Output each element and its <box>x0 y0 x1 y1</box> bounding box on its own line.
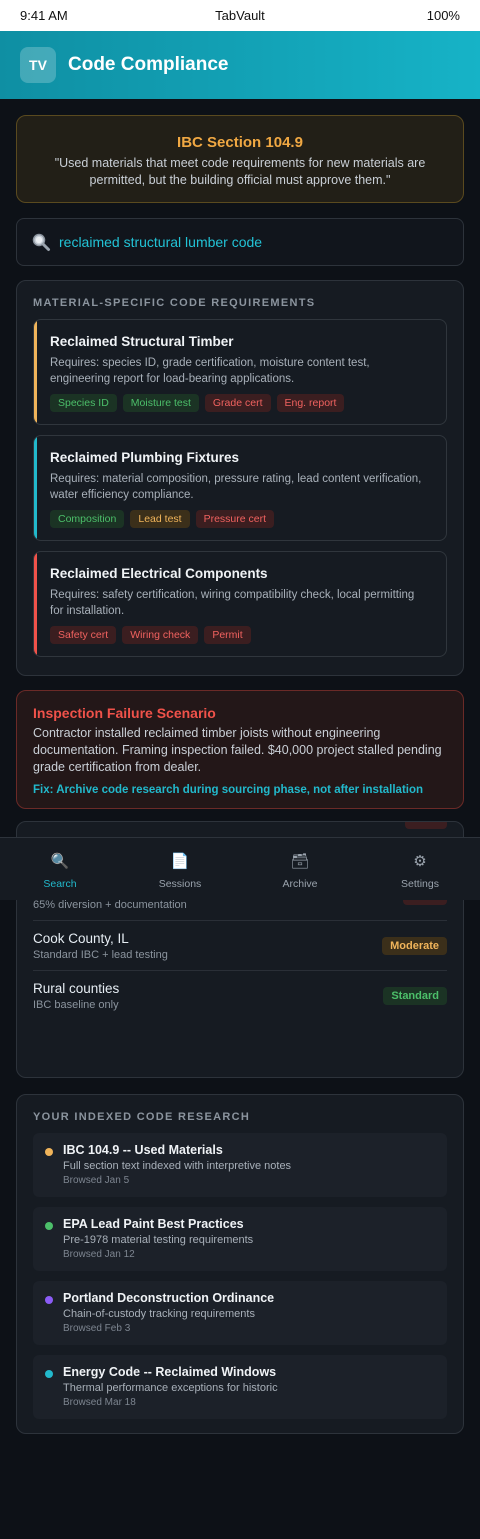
research-date: Browsed Mar 18 <box>63 1397 136 1408</box>
requirement-title: Reclaimed Structural Timber <box>50 334 234 349</box>
requirements-panel: MATERIAL-SPECIFIC CODE REQUIREMENTS Recl… <box>16 280 464 676</box>
failure-text: Contractor installed reclaimed timber jo… <box>33 726 442 774</box>
status-bar: 9:41 AM TabVault 100% <box>0 0 480 31</box>
failure-title: Inspection Failure Scenario <box>33 705 216 721</box>
status-battery: 100% <box>426 8 460 23</box>
code-quote-card: IBC Section 104.9 "Used materials that m… <box>16 115 464 203</box>
tab-label: Sessions <box>158 878 202 890</box>
app-header: TV Code Compliance <box>0 31 480 99</box>
status-dot <box>45 1148 53 1156</box>
tab-search[interactable]: 🔍 Search <box>0 838 120 900</box>
research-item-body: EPA Lead Paint Best Practices Pre-1978 ma… <box>63 1217 253 1263</box>
jurisdiction-name: Rural counties <box>33 981 120 996</box>
archive-icon: 🗃 <box>290 853 310 870</box>
research-date: Browsed Jan 5 <box>63 1175 130 1186</box>
requirement-accent-bar <box>34 436 37 540</box>
research-heading: YOUR INDEXED CODE RESEARCH <box>33 1111 251 1123</box>
app-logo: TV <box>20 47 56 83</box>
research-description: Full section text indexed with interpret… <box>63 1160 292 1172</box>
jurisdiction-detail: IBC baseline only <box>33 999 119 1011</box>
jurisdiction-row[interactable]: Cook County, IL Standard IBC + lead testi… <box>33 921 447 971</box>
status-dot <box>45 1370 53 1378</box>
indexed-research-panel: YOUR INDEXED CODE RESEARCH IBC 104.9 -- … <box>16 1094 464 1434</box>
research-description: Pre-1978 material testing requirements <box>63 1234 254 1246</box>
search-icon <box>31 232 51 252</box>
status-tag: Eng. report <box>276 394 345 412</box>
status-dot <box>45 1296 53 1304</box>
search-bar[interactable] <box>16 218 464 266</box>
requirement-description: Requires: safety certification, wiring c… <box>50 589 415 617</box>
quote-title: IBC Section 104.9 <box>177 134 303 151</box>
tab-archive[interactable]: 🗃 Archive <box>240 838 360 900</box>
research-list: IBC 104.9 -- Used Materials Full section … <box>33 1133 447 1419</box>
status-tag: Composition <box>50 510 125 528</box>
requirement-card[interactable]: Reclaimed Structural Timber Requires: spe… <box>33 319 447 425</box>
strictness-badge: Standard <box>383 987 447 1005</box>
jurisdiction-info: Cook County, IL Standard IBC + lead testi… <box>33 931 168 961</box>
status-tag: Wiring check <box>122 626 199 644</box>
research-title: IBC 104.9 -- Used Materials <box>63 1143 223 1157</box>
research-title: Energy Code -- Reclaimed Windows <box>63 1365 277 1379</box>
strictness-badge <box>405 822 447 829</box>
status-tag: Grade cert <box>204 394 271 412</box>
failure-scenario-card: Inspection Failure Scenario Contractor i… <box>16 690 464 809</box>
research-description: Chain-of-custody tracking requirements <box>63 1308 255 1320</box>
jurisdiction-row[interactable]: Rural counties IBC baseline only Standard <box>33 971 447 1021</box>
requirement-card[interactable]: Reclaimed Plumbing Fixtures Requires: mat… <box>33 435 447 541</box>
tab-label: Search <box>43 878 77 890</box>
failure-fix: Fix: Archive code research during sourci… <box>33 784 424 796</box>
requirement-tags: Species ID Moisture test Grade cert Eng. re… <box>50 394 430 412</box>
requirement-description: Requires: material composition, pressure… <box>50 473 422 501</box>
search-icon: 🔍 <box>50 853 70 870</box>
requirement-tags: Composition Lead test Pressure cert <box>50 510 430 528</box>
jurisdiction-name: Cook County, IL <box>33 930 129 946</box>
status-tag: Safety cert <box>50 626 117 644</box>
research-item-body: Portland Deconstruction Ordinance Chain-o… <box>63 1291 274 1337</box>
research-item[interactable]: Portland Deconstruction Ordinance Chain-o… <box>33 1281 447 1345</box>
tab-list: 🔍 Search 📄 Sessions 🗃 Archive ⚙ Settings <box>0 838 480 900</box>
research-item[interactable]: EPA Lead Paint Best Practices Pre-1978 ma… <box>33 1207 447 1271</box>
page-title: Code Compliance <box>68 54 229 75</box>
requirement-card[interactable]: Reclaimed Electrical Components Requires:… <box>33 551 447 657</box>
quote-text: "Used materials that meet code requireme… <box>54 156 426 187</box>
research-description: Thermal performance exceptions for histo… <box>63 1382 278 1394</box>
status-tag: Species ID <box>50 394 117 412</box>
jurisdiction-detail: 65% diversion + documentation <box>33 898 187 911</box>
bottom-tab-bar: 🔍 Search 📄 Sessions 🗃 Archive ⚙ Settings <box>0 837 480 900</box>
status-dot <box>45 1222 53 1230</box>
status-app-name: TabVault <box>215 8 265 23</box>
requirements-heading: MATERIAL-SPECIFIC CODE REQUIREMENTS <box>33 297 316 309</box>
requirement-description: Requires: species ID, grade certificatio… <box>50 357 370 385</box>
gear-icon: ⚙ <box>413 853 427 870</box>
status-tag: Lead test <box>130 510 190 528</box>
research-item[interactable]: Energy Code -- Reclaimed Windows Thermal … <box>33 1355 447 1419</box>
research-date: Browsed Feb 3 <box>63 1323 131 1334</box>
research-title: Portland Deconstruction Ordinance <box>63 1291 275 1305</box>
requirement-accent-bar <box>34 552 37 656</box>
requirements-list: Reclaimed Structural Timber Requires: spe… <box>33 319 447 657</box>
requirement-tags: Safety cert Wiring check Permit <box>50 626 430 644</box>
main-content: IBC Section 104.9 "Used materials that m… <box>0 99 480 1434</box>
research-title: EPA Lead Paint Best Practices <box>63 1217 244 1231</box>
requirement-title: Reclaimed Electrical Components <box>50 566 268 581</box>
status-time: 9:41 AM <box>20 8 68 23</box>
tab-label: Settings <box>401 878 439 890</box>
research-item-body: Energy Code -- Reclaimed Windows Thermal … <box>63 1365 278 1411</box>
jurisdiction-info: Rural counties IBC baseline only <box>33 981 119 1011</box>
tab-label: Archive <box>282 878 318 890</box>
tab-sessions[interactable]: 📄 Sessions <box>120 838 240 900</box>
strictness-badge: Moderate <box>382 936 447 955</box>
status-tag: Moisture test <box>122 394 199 412</box>
requirement-title: Reclaimed Plumbing Fixtures <box>50 450 240 465</box>
document-icon: 📄 <box>170 853 190 870</box>
research-item-body: IBC 104.9 -- Used Materials Full section … <box>63 1143 291 1189</box>
jurisdiction-detail: Standard IBC + lead testing <box>33 948 168 961</box>
status-tag: Pressure cert <box>195 510 275 528</box>
tab-settings[interactable]: ⚙ Settings <box>360 838 480 900</box>
research-item[interactable]: IBC 104.9 -- Used Materials Full section … <box>33 1133 447 1197</box>
search-input[interactable] <box>59 234 439 250</box>
status-tag: Permit <box>204 626 251 644</box>
requirement-accent-bar <box>34 320 37 424</box>
research-date: Browsed Jan 12 <box>63 1249 135 1260</box>
